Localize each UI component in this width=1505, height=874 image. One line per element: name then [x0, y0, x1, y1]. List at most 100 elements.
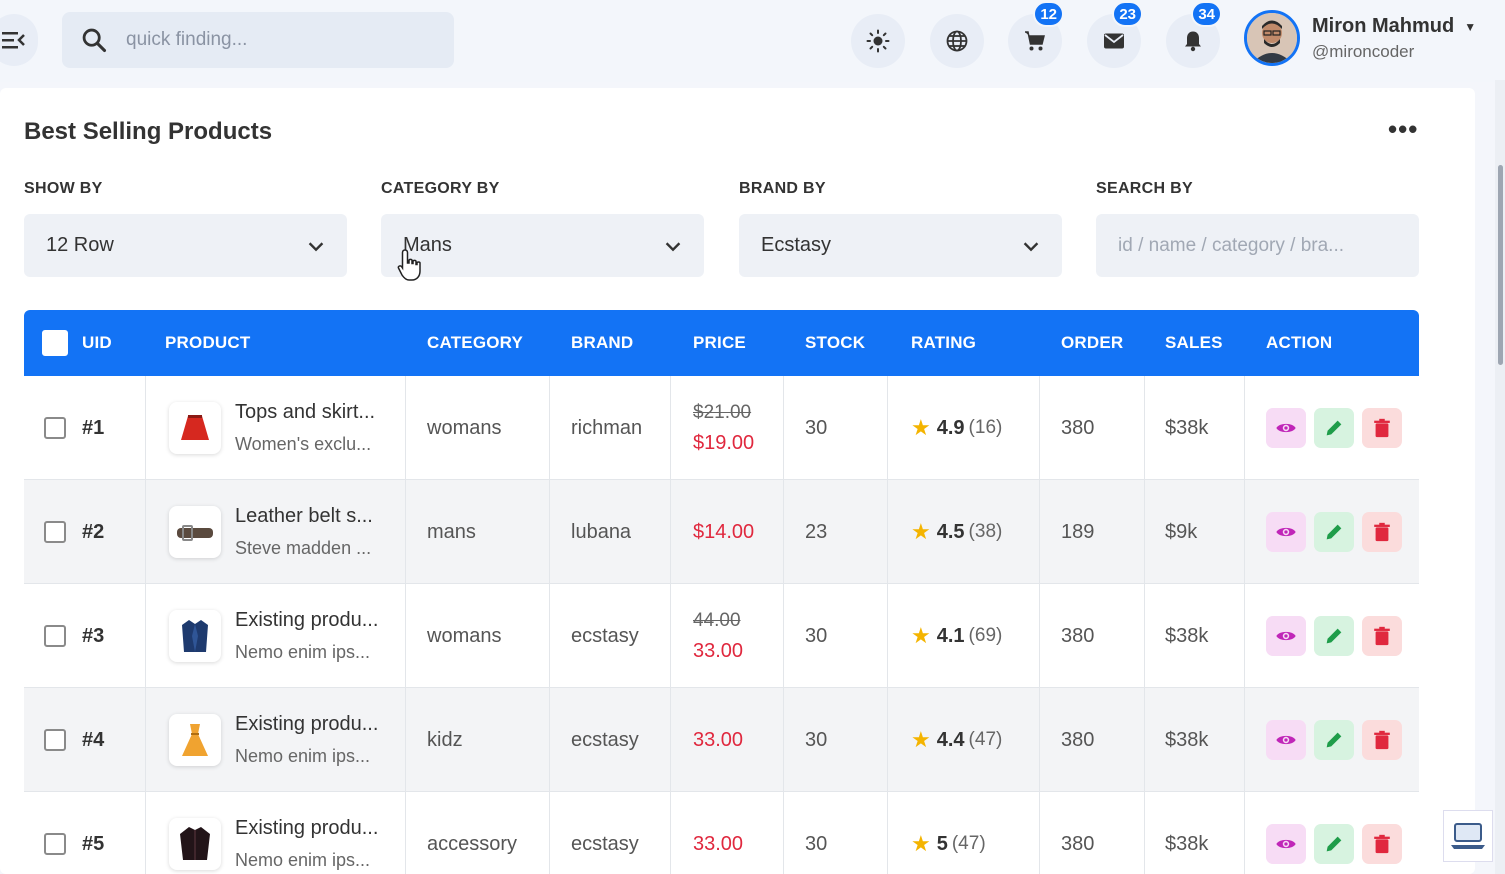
header-category[interactable]: CATEGORY	[427, 310, 523, 376]
product-thumbnail[interactable]	[169, 714, 221, 766]
user-profile-menu[interactable]: Miron Mahmud @mironcoder ▼	[1244, 10, 1476, 66]
sun-icon	[866, 29, 890, 53]
select-all-checkbox[interactable]	[42, 330, 68, 356]
column-divider	[1144, 480, 1145, 583]
more-options-icon[interactable]: •••	[1388, 114, 1418, 145]
scrollbar-thumb[interactable]	[1498, 165, 1503, 365]
header-order[interactable]: ORDER	[1061, 310, 1123, 376]
column-divider	[670, 792, 671, 874]
row-brand: richman	[571, 416, 643, 439]
pencil-icon	[1326, 628, 1342, 644]
row-order: 380	[1061, 416, 1095, 439]
column-divider	[670, 584, 671, 687]
edit-button[interactable]	[1314, 408, 1354, 448]
search-by-box	[1096, 214, 1419, 277]
category-by-select[interactable]: Mans	[381, 214, 704, 277]
row-uid: #1	[82, 416, 105, 439]
delete-button[interactable]	[1362, 824, 1402, 864]
view-button[interactable]	[1266, 512, 1306, 552]
product-title[interactable]: Tops and skirt...	[235, 401, 375, 424]
view-button[interactable]	[1266, 616, 1306, 656]
header-product[interactable]: PRODUCT	[165, 310, 250, 376]
row-checkbox[interactable]	[44, 625, 66, 647]
product-title[interactable]: Existing produ...	[235, 713, 378, 736]
column-divider	[145, 688, 146, 791]
row-checkbox[interactable]	[44, 521, 66, 543]
search-icon	[82, 28, 107, 53]
column-divider	[783, 480, 784, 583]
column-divider	[549, 376, 550, 479]
view-button[interactable]	[1266, 408, 1306, 448]
product-title[interactable]: Existing produ...	[235, 609, 378, 632]
brand-by-label: BRAND BY	[739, 180, 826, 197]
row-rating-count: (69)	[968, 625, 1003, 646]
notifications-button[interactable]: 34	[1166, 1, 1222, 68]
chevron-down-icon	[665, 241, 681, 251]
header-price[interactable]: PRICE	[693, 310, 746, 376]
delete-button[interactable]	[1362, 616, 1402, 656]
header-stock[interactable]: STOCK	[805, 310, 865, 376]
row-order: 380	[1061, 624, 1095, 647]
trash-icon	[1374, 834, 1390, 854]
notification-count-badge: 34	[1191, 1, 1222, 27]
quick-search-input[interactable]	[126, 29, 426, 51]
edit-button[interactable]	[1314, 512, 1354, 552]
column-divider	[405, 688, 406, 791]
top-header: 12 23 34 Miron Mahmud @mironcoder ▼	[0, 0, 1505, 82]
row-rating: 4.5	[936, 520, 965, 543]
pencil-icon	[1326, 524, 1342, 540]
delete-button[interactable]	[1362, 512, 1402, 552]
row-checkbox[interactable]	[44, 417, 66, 439]
table-row: #3 Existing produ... Nemo enim ips... woman…	[24, 584, 1419, 688]
column-divider	[1244, 376, 1245, 479]
star-icon: ★	[911, 519, 931, 544]
eye-icon	[1276, 839, 1296, 849]
quick-search-box	[62, 12, 454, 68]
brand-by-select[interactable]: Ecstasy	[739, 214, 1062, 277]
edit-button[interactable]	[1314, 720, 1354, 760]
cart-count-badge: 12	[1033, 1, 1064, 27]
delete-button[interactable]	[1362, 408, 1402, 448]
search-by-input[interactable]	[1118, 234, 1397, 257]
star-icon: ★	[911, 831, 931, 856]
row-rating: 5	[936, 832, 948, 855]
row-category: kidz	[427, 728, 463, 751]
search-by-label: SEARCH BY	[1096, 180, 1193, 197]
row-checkbox[interactable]	[44, 833, 66, 855]
row-category: womans	[427, 416, 502, 439]
product-title[interactable]: Leather belt s...	[235, 505, 373, 528]
eye-icon	[1276, 631, 1296, 641]
product-thumbnail[interactable]	[169, 818, 221, 870]
column-divider	[783, 792, 784, 874]
column-divider	[670, 480, 671, 583]
table-row: #4 Existing produ... Nemo enim ips... kidz e…	[24, 688, 1419, 792]
column-divider	[549, 792, 550, 874]
column-divider	[145, 792, 146, 874]
header-brand[interactable]: BRAND	[571, 310, 633, 376]
row-rating-count: (16)	[968, 417, 1003, 438]
language-button[interactable]	[930, 14, 984, 68]
view-button[interactable]	[1266, 720, 1306, 760]
row-checkbox[interactable]	[44, 729, 66, 751]
product-thumbnail[interactable]	[169, 610, 221, 662]
row-stock: 30	[805, 624, 828, 647]
messages-button[interactable]: 23	[1087, 1, 1143, 68]
product-thumbnail[interactable]	[169, 506, 221, 558]
cart-button[interactable]: 12	[1008, 1, 1064, 68]
pencil-icon	[1326, 836, 1342, 852]
delete-button[interactable]	[1362, 720, 1402, 760]
product-title[interactable]: Existing produ...	[235, 817, 378, 840]
row-rating-count: (38)	[968, 521, 1003, 542]
column-divider	[887, 376, 888, 479]
edit-button[interactable]	[1314, 616, 1354, 656]
header-rating[interactable]: RATING	[911, 310, 976, 376]
header-sales[interactable]: SALES	[1165, 310, 1223, 376]
edit-button[interactable]	[1314, 824, 1354, 864]
row-price: 33.00	[693, 728, 744, 751]
theme-toggle-button[interactable]	[851, 14, 905, 68]
menu-toggle-button[interactable]	[0, 14, 38, 66]
view-button[interactable]	[1266, 824, 1306, 864]
product-thumbnail[interactable]	[169, 402, 221, 454]
show-by-select[interactable]: 12 Row	[24, 214, 347, 277]
chevron-down-icon	[1023, 241, 1039, 251]
